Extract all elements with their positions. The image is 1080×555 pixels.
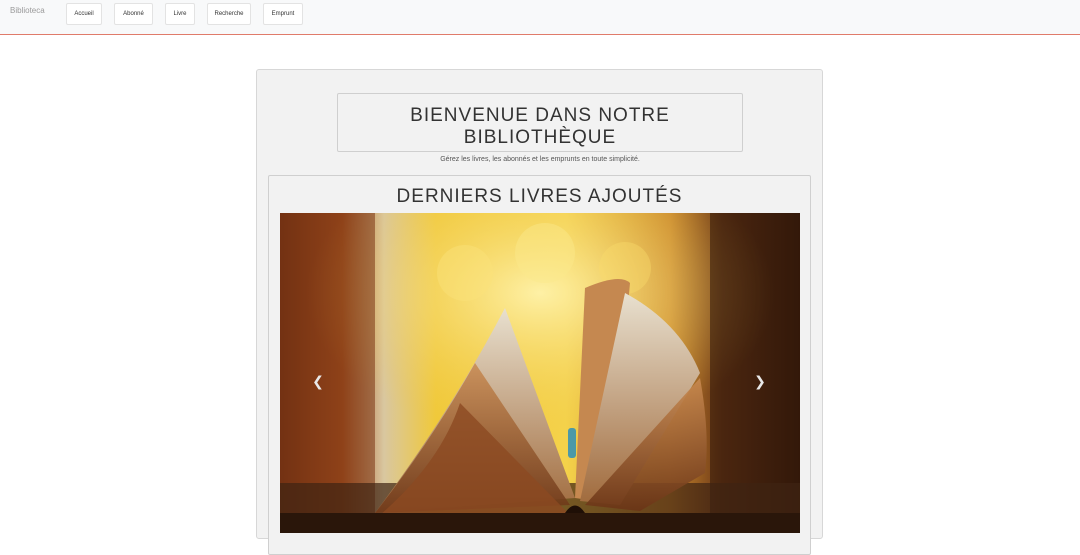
nav-livre[interactable]: Livre (165, 3, 195, 25)
carousel-image (280, 213, 800, 533)
nav-abonne[interactable]: Abonné (114, 3, 153, 25)
chevron-right-icon: ❯ (754, 372, 766, 389)
main-panel: BIENVENUE DANS NOTRE BIBLIOTHÈQUE Gérez … (256, 69, 823, 555)
brand-logo[interactable]: Biblioteca (10, 6, 45, 15)
chevron-left-icon: ❮ (312, 372, 324, 389)
book-carousel[interactable]: ❮ ❯ (280, 213, 800, 533)
welcome-subtitle: Gérez les livres, les abonnés et les emp… (440, 156, 640, 163)
carousel-prev-button[interactable]: ❮ (308, 371, 328, 391)
welcome-card: BIENVENUE DANS NOTRE BIBLIOTHÈQUE Gérez … (337, 93, 743, 163)
latest-books-card: DERNIERS LIVRES AJOUTÉS ❮ ❯ (268, 175, 811, 555)
welcome-title: BIENVENUE DANS NOTRE BIBLIOTHÈQUE (410, 105, 670, 148)
latest-books-title: DERNIERS LIVRES AJOUTÉS (396, 186, 683, 207)
top-navbar: Biblioteca Accueil Abonné Livre Recherch… (0, 0, 1080, 35)
nav-recherche[interactable]: Recherche (207, 3, 251, 25)
nav-accueil[interactable]: Accueil (66, 3, 102, 25)
nav-emprunt[interactable]: Emprunt (263, 3, 303, 25)
carousel-next-button[interactable]: ❯ (750, 371, 770, 391)
